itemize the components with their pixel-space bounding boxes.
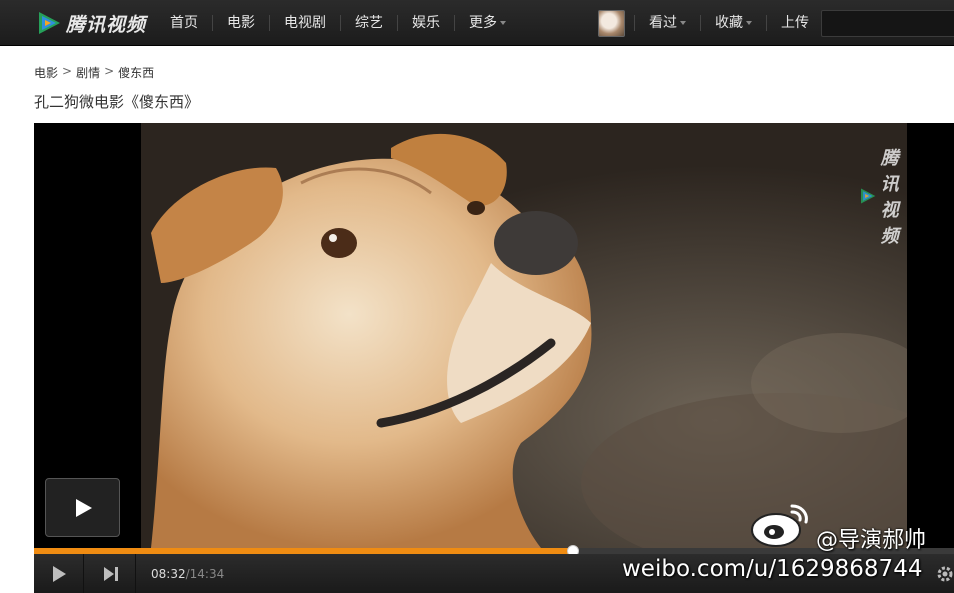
breadcrumb-movies[interactable]: 电影 [34, 64, 58, 81]
top-nav-bar: 腾讯视频 首页 电影 电视剧 综艺 娱乐 更多 看过 收藏 上传 [0, 0, 954, 46]
play-icon [75, 498, 92, 517]
weibo-watermark-overlay: @导演郝帅 weibo.com/u/1629868744 [620, 492, 954, 593]
nav-item-entertainment[interactable]: 娱乐 [398, 15, 455, 31]
page-title: 孔二狗微电影《傻东西》 [34, 93, 200, 111]
nav-more-label: 更多 [469, 15, 497, 31]
history-label: 看过 [649, 15, 677, 31]
upload-link[interactable]: 上传 [766, 15, 823, 31]
breadcrumb: 电影 > 剧情 > 傻东西 [34, 64, 154, 81]
big-play-button[interactable] [45, 478, 120, 537]
watermark-text: 腾讯视频 [880, 148, 900, 247]
weibo-icon [751, 504, 808, 547]
breadcrumb-drama[interactable]: 剧情 [76, 64, 100, 81]
nav-item-home[interactable]: 首页 [156, 15, 213, 31]
next-button[interactable] [86, 554, 136, 593]
breadcrumb-current[interactable]: 傻东西 [118, 64, 154, 81]
tencent-video-logo-icon [39, 12, 60, 34]
nav-item-variety[interactable]: 综艺 [341, 15, 398, 31]
user-nav: 看过 收藏 上传 [634, 0, 823, 46]
duration: /14:34 [185, 567, 225, 581]
chevron-down-icon [746, 21, 752, 25]
breadcrumb-separator: > [62, 64, 73, 78]
history-menu[interactable]: 看过 [634, 15, 700, 31]
favorites-label: 收藏 [715, 15, 743, 31]
breadcrumb-separator: > [104, 64, 115, 78]
nav-item-more[interactable]: 更多 [455, 15, 520, 31]
play-icon [52, 565, 66, 582]
chevron-down-icon [680, 21, 686, 25]
search-input[interactable] [821, 10, 954, 37]
weibo-url: weibo.com/u/1629868744 [622, 556, 923, 582]
video-still-image [141, 123, 907, 548]
next-icon [103, 566, 118, 581]
logo-text: 腾讯视频 [66, 13, 147, 36]
tencent-video-logo-icon [861, 188, 876, 204]
time-display: 08:32/14:34 [151, 567, 224, 581]
nav-item-movies[interactable]: 电影 [213, 15, 270, 31]
main-nav: 首页 电影 电视剧 综艺 娱乐 更多 [156, 0, 520, 46]
video-watermark: 腾讯视频 [859, 144, 907, 248]
play-button[interactable] [34, 554, 84, 593]
user-avatar[interactable] [598, 10, 625, 37]
favorites-menu[interactable]: 收藏 [700, 15, 766, 31]
chevron-down-icon [500, 21, 506, 25]
current-time: 08:32 [151, 567, 186, 581]
nav-item-tv[interactable]: 电视剧 [270, 15, 341, 31]
site-logo[interactable]: 腾讯视频 [36, 9, 146, 37]
video-frame[interactable]: 腾讯视频 [141, 123, 907, 548]
weibo-handle: @导演郝帅 [816, 528, 927, 553]
